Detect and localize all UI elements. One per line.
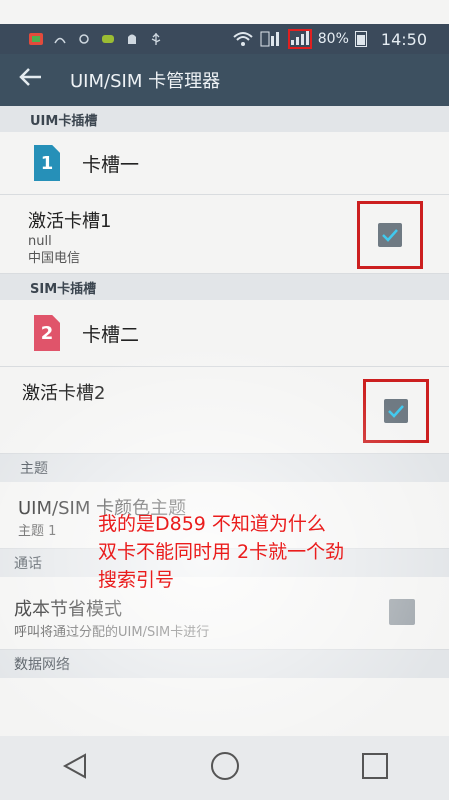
annotation-line-2: 双卡不能同时用 2卡就一个劲: [98, 541, 345, 563]
clock: 14:50: [380, 29, 427, 49]
signal-icon: [287, 29, 312, 49]
sim-card-2-icon: 2: [34, 315, 60, 351]
usb-icon: [148, 32, 164, 46]
status-bar: 80% 14:50: [0, 24, 449, 54]
theme-header: 主题: [0, 454, 449, 482]
activate-slot-2-highlight: [363, 379, 429, 443]
battery-percent: 80%: [317, 31, 349, 47]
page-title: UIM/SIM 卡管理器: [70, 71, 221, 92]
slot-one-row[interactable]: 1 卡槽一: [0, 132, 449, 195]
settings-list: UIM卡插槽 1 卡槽一 激活卡槽1 null 中国电信 SIM卡插槽 2 卡槽…: [0, 106, 449, 736]
sim-card-1-icon: 1: [34, 145, 60, 181]
slot-two-label: 卡槽二: [82, 323, 140, 346]
battery-icon: [354, 31, 367, 47]
activate-slot-1-highlight: [357, 201, 423, 269]
game-icon: [100, 32, 116, 46]
app-icon: [28, 32, 44, 46]
circle-icon: [76, 32, 92, 46]
nav-home-icon[interactable]: [209, 750, 241, 786]
ring-icon: [52, 32, 68, 46]
cost-saving-checkbox[interactable]: [389, 599, 415, 625]
navigation-bar: [0, 736, 449, 800]
slot-one-label: 卡槽一: [82, 153, 140, 176]
uim-slot-header: UIM卡插槽: [0, 106, 449, 132]
activate-slot-1-row[interactable]: 激活卡槽1 null 中国电信: [0, 195, 449, 274]
nav-recent-icon[interactable]: [360, 751, 390, 785]
data-network-header: 数据网络: [0, 650, 449, 678]
back-arrow-icon[interactable]: [0, 66, 60, 94]
cost-saving-sub: 呼叫将通过分配的UIM/SIM卡进行: [14, 625, 210, 640]
activate-slot-1-checkbox[interactable]: [378, 223, 402, 247]
activate-slot-2-row[interactable]: 激活卡槽2: [0, 367, 449, 454]
android-icon: [124, 32, 140, 46]
annotation-line-3: 搜索引号: [98, 569, 175, 591]
activate-slot-2-checkbox[interactable]: [384, 399, 408, 423]
data-icon: [260, 31, 282, 47]
screen: 80% 14:50 UIM/SIM 卡管理器 UIM卡插槽 1 卡槽一 激活卡槽…: [0, 0, 449, 800]
annotation-line-1: 我的是D859 不知道为什么: [98, 513, 326, 535]
slot-two-row[interactable]: 2 卡槽二: [0, 300, 449, 367]
annotation-text: 我的是D859 不知道为什么 双卡不能同时用 2卡就一个劲 搜索引号: [98, 510, 443, 594]
sim-slot-header: SIM卡插槽: [0, 274, 449, 300]
wifi-icon: [232, 32, 254, 46]
action-bar: UIM/SIM 卡管理器: [0, 54, 449, 106]
nav-back-icon[interactable]: [60, 751, 90, 785]
